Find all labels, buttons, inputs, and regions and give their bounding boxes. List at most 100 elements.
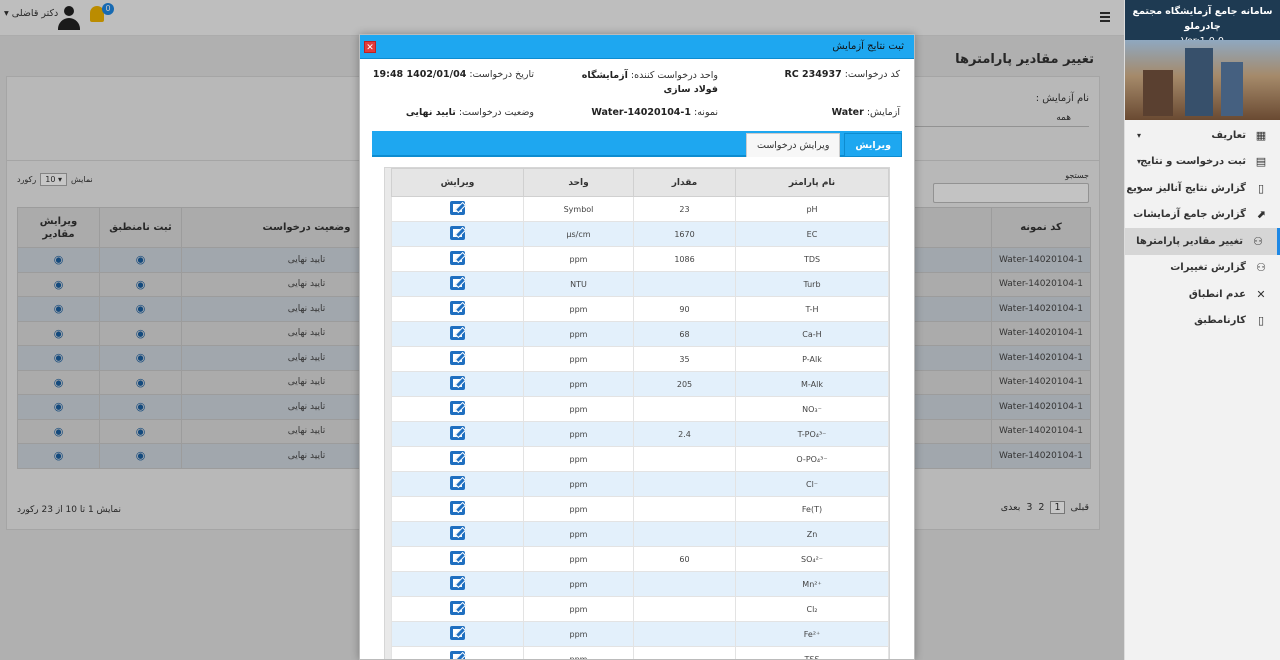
unit-cell: ppm xyxy=(523,471,634,497)
param-name-cell: Zn xyxy=(735,521,889,547)
grid-icon: ▦ xyxy=(1255,128,1267,142)
tab-edit-results[interactable]: ویرایش نتایج xyxy=(844,133,902,175)
sidebar-item-label: تعاریف xyxy=(1211,129,1246,141)
edit-icon[interactable] xyxy=(450,526,465,540)
param-name-cell: T-H xyxy=(735,296,889,322)
result-row: ppm TSS xyxy=(391,646,889,659)
unit-cell: ppm xyxy=(523,421,634,447)
close-icon[interactable]: ✕ xyxy=(364,41,376,53)
edit-cell xyxy=(391,571,524,597)
sidebar-item-label: گزارش تغییرات xyxy=(1170,262,1246,274)
result-row: ppm 60 SO₄²⁻ xyxy=(391,546,889,572)
tab-edit-request[interactable]: ویرایش درخواست xyxy=(746,133,841,157)
edit-cell xyxy=(391,371,524,397)
edit-cell xyxy=(391,321,524,347)
edit-icon[interactable] xyxy=(450,326,465,340)
sidebar: سامانه جامع آزمایشگاه مجتمع چادرملو Ver:… xyxy=(1124,0,1280,660)
sidebar-item[interactable]: ⬈ گزارش جامع آزمایشات xyxy=(1125,202,1280,229)
edit-cell xyxy=(391,646,524,659)
sidebar-item[interactable]: ▯ گزارش نتایج آنالیز سریع ▾ xyxy=(1125,175,1280,202)
unit-cell: µs/cm xyxy=(523,221,634,247)
app-title: سامانه جامع آزمایشگاه مجتمع چادرملو xyxy=(1132,6,1273,32)
request-status: وضعیت درخواست: تایید نهایی xyxy=(405,107,534,118)
request-code: کد درخواست: RC 234937 xyxy=(784,69,900,80)
value-cell xyxy=(633,271,736,297)
edit-icon[interactable] xyxy=(450,426,465,440)
edit-icon[interactable] xyxy=(450,301,465,315)
edit-cell xyxy=(391,221,524,247)
unit-cell: NTU xyxy=(523,271,634,297)
value-cell: 68 xyxy=(633,321,736,347)
file-icon: ▯ xyxy=(1257,181,1265,195)
value-cell xyxy=(633,621,736,647)
param-name-cell: pH xyxy=(735,196,889,222)
sidebar-item[interactable]: ⚇ تغییر مقادیر پارامترها xyxy=(1125,228,1280,255)
result-row: ppm Zn xyxy=(391,521,889,547)
sidebar-item[interactable]: ▦ تعاریف ▾ xyxy=(1125,122,1280,149)
sidebar-item[interactable]: ▤ ثبت درخواست و نتایج ▾ xyxy=(1125,149,1280,176)
unit-cell: ppm xyxy=(523,621,634,647)
edit-icon[interactable] xyxy=(450,626,465,640)
result-row: ppm 2.4 T-PO₄³⁻ xyxy=(391,421,889,447)
sidebar-header: سامانه جامع آزمایشگاه مجتمع چادرملو Ver:… xyxy=(1125,0,1280,47)
value-cell xyxy=(633,596,736,622)
unit-cell: ppm xyxy=(523,396,634,422)
edit-icon[interactable] xyxy=(450,476,465,490)
param-name-cell: SO₄²⁻ xyxy=(735,546,889,572)
value-cell xyxy=(633,521,736,547)
sidebar-item-label: کارنامطبق xyxy=(1194,315,1246,327)
edit-cell xyxy=(391,346,524,372)
value-cell: 90 xyxy=(633,296,736,322)
unit-cell: ppm xyxy=(523,371,634,397)
edit-cell xyxy=(391,246,524,272)
result-row: µs/cm 1670 EC xyxy=(391,221,889,247)
value-cell: 1086 xyxy=(633,246,736,272)
value-cell: 1670 xyxy=(633,221,736,247)
result-row: ppm NO₃⁻ xyxy=(391,396,889,422)
edit-icon[interactable] xyxy=(450,226,465,240)
unit-cell: ppm xyxy=(523,521,634,547)
param-name-cell: TSS xyxy=(735,646,889,659)
edit-icon[interactable] xyxy=(450,551,465,565)
result-row: ppm Cl₂ xyxy=(391,596,889,622)
edit-icon[interactable] xyxy=(450,401,465,415)
edit-cell xyxy=(391,596,524,622)
sidebar-item-label: گزارش جامع آزمایشات xyxy=(1133,209,1246,221)
sidebar-item-label: تغییر مقادیر پارامترها xyxy=(1136,235,1243,247)
result-row: ppm 205 M-Alk xyxy=(391,371,889,397)
edit-icon[interactable] xyxy=(450,351,465,365)
param-name-cell: TDS xyxy=(735,246,889,272)
edit-icon[interactable] xyxy=(450,601,465,615)
document-icon: ▤ xyxy=(1255,155,1267,169)
edit-icon[interactable] xyxy=(450,376,465,390)
edit-cell xyxy=(391,446,524,472)
result-row: ppm Fe(T) xyxy=(391,496,889,522)
sidebar-item[interactable]: ⚇ گزارش تغییرات xyxy=(1125,255,1280,282)
edit-cell xyxy=(391,396,524,422)
edit-icon[interactable] xyxy=(450,451,465,465)
result-row: ppm Mn²⁺ xyxy=(391,571,889,597)
sidebar-item[interactable]: ✕ عدم انطباق xyxy=(1125,281,1280,308)
chevron-down-icon: ▾ xyxy=(1137,157,1142,167)
edit-cell xyxy=(391,546,524,572)
unit-cell: ppm xyxy=(523,496,634,522)
unit-cell: Symbol xyxy=(523,196,634,222)
requesting-unit: واحد درخواست کننده: آزمایشگاه فولاد سازی xyxy=(581,70,718,95)
value-cell xyxy=(633,471,736,497)
edit-cell xyxy=(391,271,524,297)
x-icon: ✕ xyxy=(1256,287,1266,301)
edit-icon[interactable] xyxy=(450,501,465,515)
edit-icon[interactable] xyxy=(450,276,465,290)
test-name: آزمایش: Water xyxy=(831,107,900,118)
edit-icon[interactable] xyxy=(450,201,465,215)
edit-icon[interactable] xyxy=(450,576,465,590)
chevron-down-icon: ▾ xyxy=(1137,183,1142,193)
results-modal: ثبت نتایج آزمایش ✕ کد درخواست: RC 234937… xyxy=(359,34,915,660)
sidebar-item[interactable]: ▯ کارنامطبق xyxy=(1125,308,1280,335)
site-photo xyxy=(1125,40,1280,120)
edit-icon[interactable] xyxy=(450,651,465,659)
edit-cell xyxy=(391,421,524,447)
value-cell: 205 xyxy=(633,371,736,397)
edit-icon[interactable] xyxy=(450,251,465,265)
result-row: ppm Fe²⁺ xyxy=(391,621,889,647)
